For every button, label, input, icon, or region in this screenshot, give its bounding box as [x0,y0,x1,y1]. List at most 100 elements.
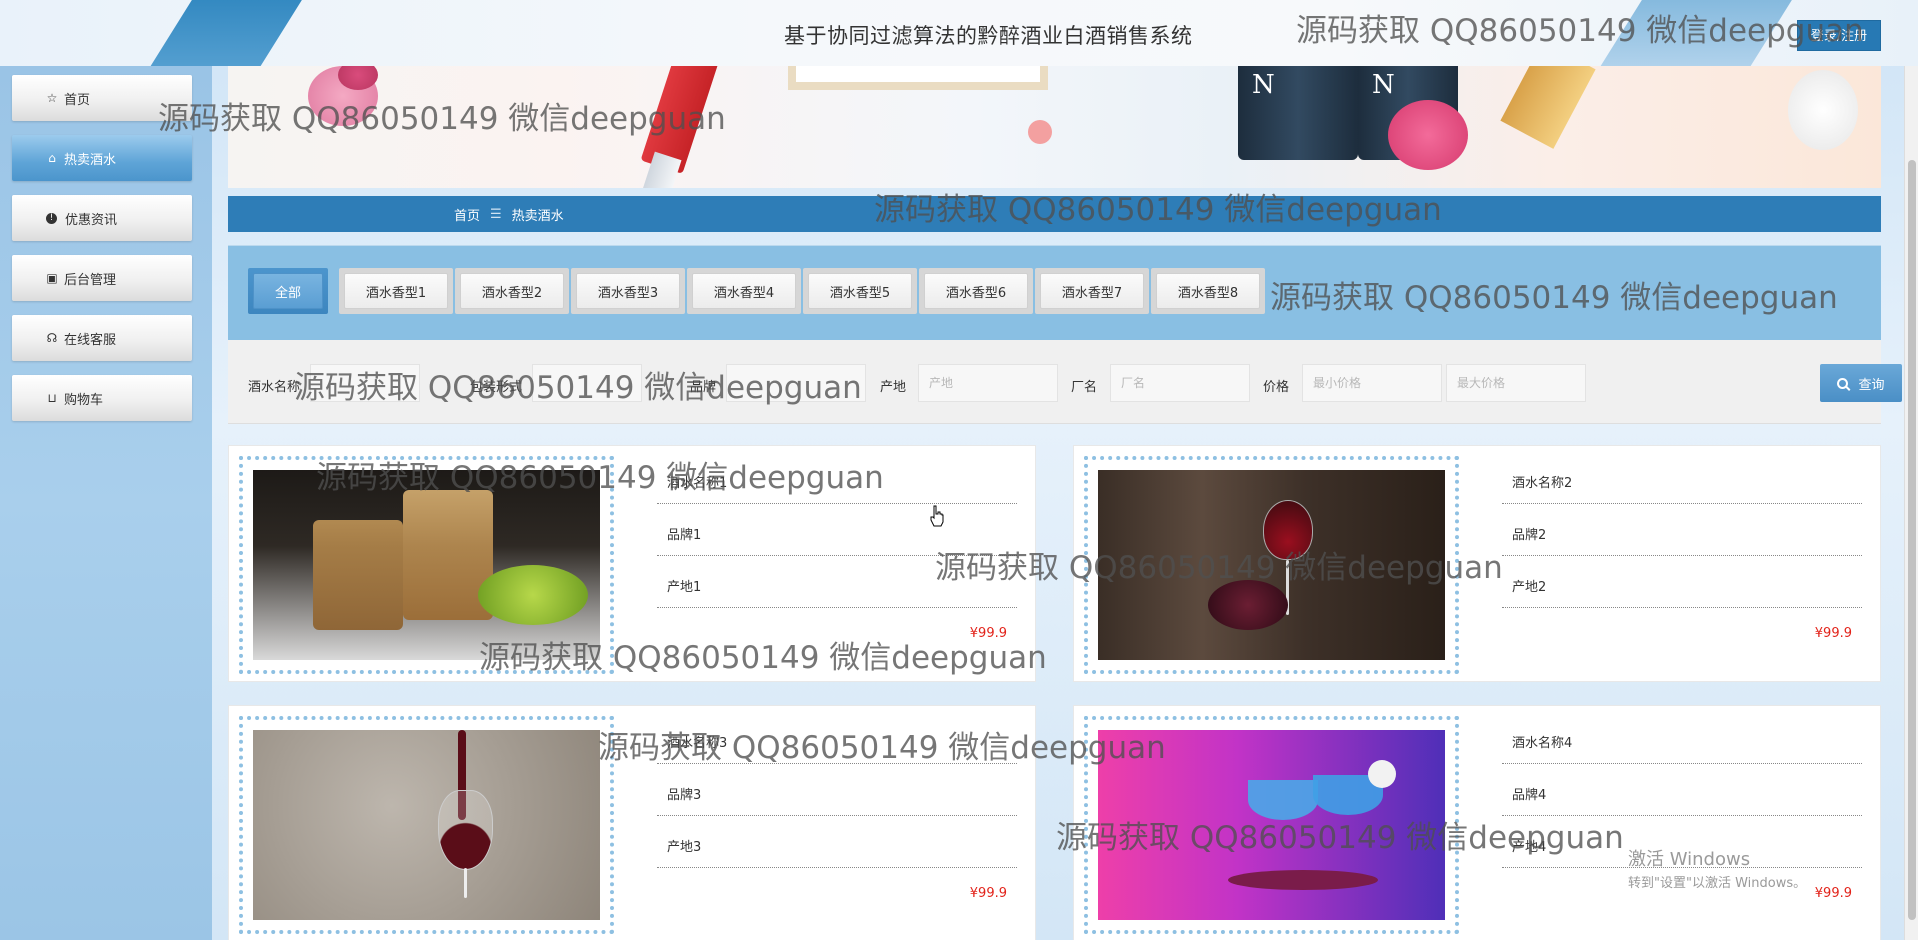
tab-category-8[interactable]: 酒水香型8 [1151,268,1265,314]
price-label: 价格 [1263,380,1290,395]
product-name: 酒水名称1 [657,452,1017,504]
info-icon: ! [46,212,57,224]
headset-icon: ☊ [46,331,58,345]
product-image[interactable] [1098,730,1445,920]
tab-category-7[interactable]: 酒水香型7 [1035,268,1149,314]
product-origin: 产地1 [657,556,1017,608]
sidebar-item-label: 购物车 [64,392,104,408]
banner-image: N N [228,60,1881,188]
product-image[interactable] [1098,470,1445,660]
white-flower-decor [1788,70,1858,150]
product-price: ¥99.9 [1814,886,1852,901]
max-price-input[interactable] [1446,364,1586,402]
page-title: 基于协同过滤算法的黔醉酒业白酒销售系统 [784,24,1193,48]
brand-label: 品牌 [690,380,717,395]
header-decor-stripe [1591,0,1799,66]
search-button[interactable]: 查询 [1820,364,1902,402]
breadcrumb: 首页 ☰ 热卖酒水 [228,196,1881,232]
package-label: 包装形式 [470,380,523,395]
sidebar-item-hot-drinks[interactable]: ⌂ 热卖酒水 [12,135,192,181]
factory-input[interactable] [1110,364,1250,402]
calendar-icon: ▣ [46,271,58,285]
tab-label: 酒水香型4 [692,273,796,309]
tab-label: 酒水香型7 [1040,273,1144,309]
product-info: 酒水名称3 品牌3 产地3 [657,712,1017,868]
hand-cursor-icon [930,505,944,527]
sidebar-item-cart[interactable]: ⊔ 购物车 [12,375,192,421]
tab-label: 酒水香型6 [924,273,1028,309]
cream-jar-decor: N [1238,60,1358,160]
product-card[interactable]: 酒水名称4 品牌4 产地4 ¥99.9 [1073,705,1881,940]
product-info: 酒水名称2 品牌2 产地2 [1502,452,1862,608]
search-icon [1837,377,1849,389]
tab-category-6[interactable]: 酒水香型6 [919,268,1033,314]
petal-decor [1028,120,1052,144]
product-price: ¥99.9 [969,626,1007,641]
sidebar-item-label: 首页 [64,92,91,108]
product-card[interactable]: 酒水名称2 品牌2 产地2 ¥99.9 [1073,445,1881,682]
rose-decor [1388,100,1468,170]
sidebar-item-label: 热卖酒水 [64,152,117,168]
home-icon: ⌂ [48,151,56,165]
breadcrumb-current: 热卖酒水 [511,208,564,224]
product-price: ¥99.9 [1814,626,1852,641]
min-price-input[interactable] [1302,364,1442,402]
tab-label: 酒水香型2 [460,273,564,309]
name-label: 酒水名称 [248,380,301,395]
factory-label: 厂名 [1071,380,1098,395]
product-image-frame [1084,456,1459,674]
windows-activation-title: 激活 Windows [1628,849,1751,870]
product-image-frame [239,456,614,674]
sidebar: ☆ 首页 ⌂ 热卖酒水 ! 优惠资讯 ▣ 后台管理 ☊ 在线客服 ⊔ 购物车 [0,66,212,940]
product-image[interactable] [253,730,600,920]
product-name: 酒水名称4 [1502,712,1862,764]
product-brand: 品牌3 [657,764,1017,816]
category-tabs: 全部 酒水香型1 酒水香型2 酒水香型3 酒水香型4 酒水香型5 酒水香型6 酒… [228,245,1881,340]
sidebar-item-news[interactable]: ! 优惠资讯 [12,195,192,241]
tab-category-1[interactable]: 酒水香型1 [339,268,453,314]
tab-label: 酒水香型3 [576,273,680,309]
breadcrumb-separator-icon: ☰ [490,206,502,222]
tab-category-5[interactable]: 酒水香型5 [803,268,917,314]
breadcrumb-home[interactable]: 首页 [454,205,480,224]
tab-category-3[interactable]: 酒水香型3 [571,268,685,314]
page: 基于协同过滤算法的黔醉酒业白酒销售系统 登录/注册 N N ☆ 首页 ⌂ 热卖酒… [0,0,1918,940]
product-card[interactable]: 酒水名称3 品牌3 产地3 ¥99.9 [228,705,1036,940]
product-origin: 产地2 [1502,556,1862,608]
name-input[interactable] [310,364,420,402]
sidebar-item-support[interactable]: ☊ 在线客服 [12,315,192,361]
product-image[interactable] [253,470,600,660]
product-brand: 品牌2 [1502,504,1862,556]
tab-label: 酒水香型5 [808,273,912,309]
product-image-frame [1084,716,1459,934]
tab-label: 全部 [253,273,323,309]
product-brand: 品牌4 [1502,764,1862,816]
package-input[interactable] [532,364,642,402]
scrollbar-thumb[interactable] [1908,160,1916,920]
product-name: 酒水名称3 [657,712,1017,764]
tab-all[interactable]: 全部 [248,268,328,314]
sidebar-item-label: 优惠资讯 [65,212,118,228]
tab-label: 酒水香型1 [344,273,448,309]
tab-category-2[interactable]: 酒水香型2 [455,268,569,314]
product-card[interactable]: 酒水名称1 品牌1 产地1 ¥99.9 [228,445,1036,682]
sidebar-item-admin[interactable]: ▣ 后台管理 [12,255,192,301]
product-info: 酒水名称1 品牌1 产地1 [657,452,1017,608]
tab-category-4[interactable]: 酒水香型4 [687,268,801,314]
tab-label: 酒水香型8 [1156,273,1260,309]
star-icon: ☆ [46,91,58,105]
sidebar-item-label: 后台管理 [64,272,117,288]
sidebar-item-home[interactable]: ☆ 首页 [12,75,192,121]
search-button-label: 查询 [1858,377,1885,393]
origin-input[interactable] [918,364,1058,402]
product-brand: 品牌1 [657,504,1017,556]
header-bar: 基于协同过滤算法的黔醉酒业白酒销售系统 登录/注册 [0,0,1918,66]
product-name: 酒水名称2 [1502,452,1862,504]
login-register-button[interactable]: 登录/注册 [1797,20,1881,51]
search-form: 酒水名称 包装形式 品牌 产地 厂名 价格 查询 [228,340,1902,424]
header-decor-stripe [141,0,309,66]
page-scrollbar[interactable] [1904,0,1918,940]
ribbon-decor [1500,60,1596,149]
brand-input[interactable] [726,364,866,402]
sidebar-item-label: 在线客服 [64,332,117,348]
